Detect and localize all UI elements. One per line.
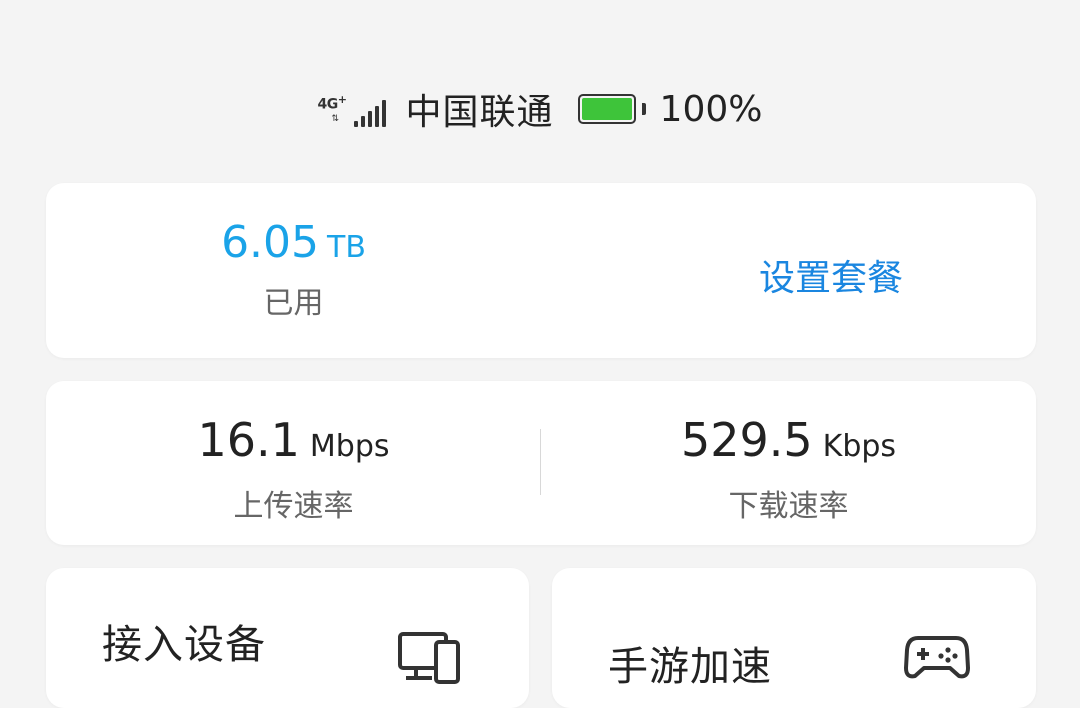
- data-used-block[interactable]: 6.05 TB 已用: [46, 217, 541, 322]
- data-used-label: 已用: [263, 286, 324, 321]
- download-speed-unit: Kbps: [822, 429, 897, 464]
- status-bar: 4G+ ⇅ 中国联通 100%: [0, 84, 1080, 134]
- signal-bars-icon: [353, 99, 386, 127]
- data-used-value: 6.05: [221, 217, 320, 268]
- connected-devices-tile[interactable]: 接入设备: [46, 568, 529, 708]
- upload-speed-label: 上传速率: [233, 489, 354, 524]
- game-boost-title: 手游加速: [608, 644, 772, 690]
- data-used-unit: TB: [327, 230, 366, 265]
- upload-speed-unit: Mbps: [309, 429, 390, 464]
- carrier-name: 中国联通: [405, 92, 554, 133]
- download-speed-label: 下载速率: [728, 489, 849, 524]
- network-type-label: 4G+: [317, 93, 347, 113]
- battery-tip: [641, 103, 646, 115]
- battery-level-fill: [581, 98, 632, 120]
- download-speed-value: 529.5: [680, 413, 813, 467]
- speed-card: 16.1 Mbps 上传速率 529.5 Kbps 下载速率: [46, 381, 1036, 545]
- battery-icon: [577, 94, 636, 124]
- connected-devices-title: 接入设备: [102, 622, 266, 668]
- download-speed-block: 529.5 Kbps 下载速率: [541, 413, 1036, 525]
- data-activity-icon: ⇅: [331, 114, 340, 124]
- signal-indicator: 4G+ ⇅: [318, 89, 388, 129]
- devices-icon: [398, 632, 460, 684]
- battery-percent: 100%: [659, 88, 763, 130]
- usage-card: 6.05 TB 已用 设置套餐: [46, 183, 1036, 358]
- upload-speed-value: 16.1: [197, 413, 300, 467]
- game-boost-tile[interactable]: 手游加速: [552, 568, 1036, 708]
- set-plan-link[interactable]: 设置套餐: [541, 249, 1036, 301]
- upload-speed-block: 16.1 Mbps 上传速率: [46, 413, 541, 525]
